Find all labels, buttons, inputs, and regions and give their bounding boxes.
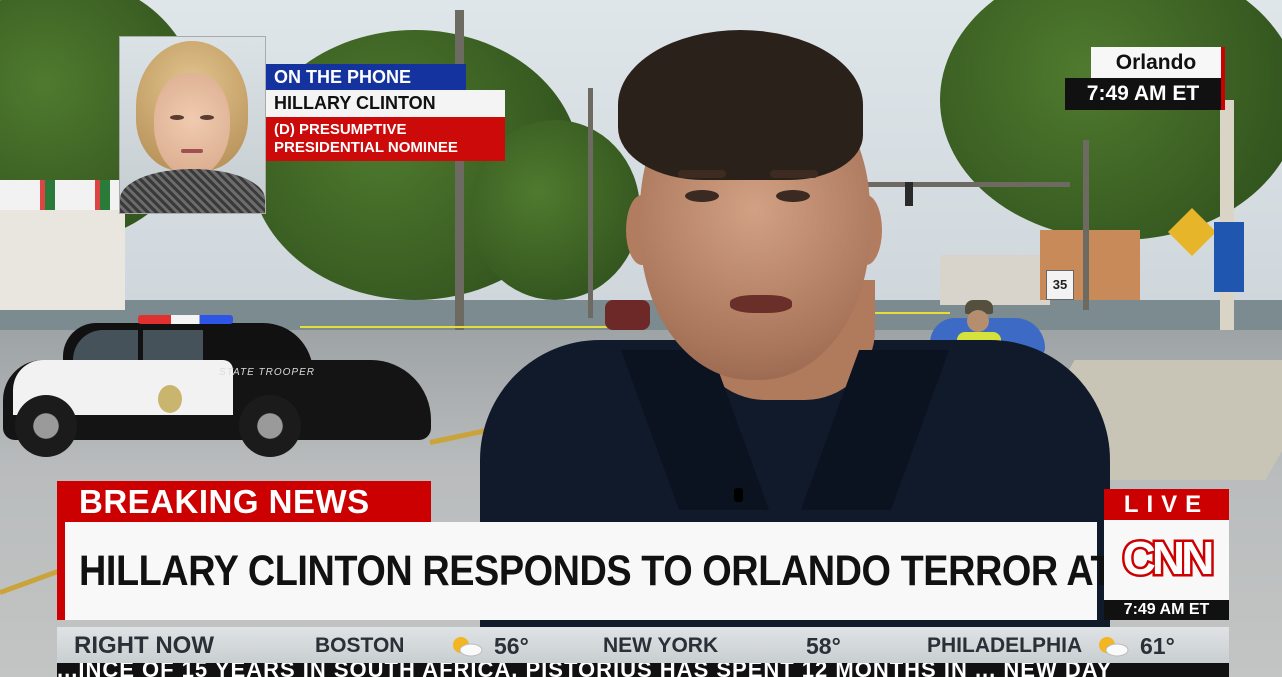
ticker-segment-label: RIGHT NOW — [74, 632, 214, 659]
caller-face — [154, 73, 230, 177]
weather-ticker: RIGHT NOW BOSTON 56° NEW YORK 58° PHILAD… — [57, 627, 1229, 663]
partly-cloudy-icon — [453, 637, 483, 657]
news-crawl: ...INCE OF 15 YEARS IN SOUTH AFRICA, PIS… — [57, 663, 1229, 677]
on-the-phone-label: ON THE PHONE — [266, 64, 466, 90]
utility-pole — [455, 10, 464, 350]
gas-station-canopy — [0, 180, 125, 210]
eye — [200, 115, 214, 120]
partly-cloudy-icon — [1099, 637, 1129, 657]
caller-title-line: PRESIDENTIAL NOMINEE — [274, 139, 458, 156]
ticker-temp: 58° — [806, 633, 841, 659]
cnn-logo-icon: CNN CNN — [1120, 530, 1218, 587]
caller-name: HILLARY CLINTON — [266, 90, 505, 117]
caller-title-line: (D) PRESUMPTIVE — [274, 121, 407, 138]
caller-title: (D) PRESUMPTIVE PRESIDENTIAL NOMINEE — [266, 117, 505, 161]
ticker-temp: 61° — [1140, 633, 1175, 659]
trooper-badge-icon — [158, 385, 182, 413]
eye — [685, 190, 719, 202]
police-lightbar — [138, 315, 233, 324]
reporter-hair — [618, 30, 863, 180]
live-badge: LIVE — [1104, 489, 1229, 520]
ticker-temp: 56° — [494, 633, 529, 659]
wheel — [15, 395, 77, 457]
local-time: 7:49 AM ET — [1065, 78, 1225, 110]
route-sign — [1214, 222, 1244, 292]
cnn-logo-text-inner: CNN — [1123, 532, 1212, 584]
wheel — [239, 395, 301, 457]
ticker-city: BOSTON — [315, 634, 405, 657]
car-text: STATE TROOPER — [219, 367, 315, 378]
headline-bar: HILLARY CLINTON RESPONDS TO ORLANDO TERR… — [57, 522, 1214, 620]
police-car: STATE TROOPER — [3, 315, 431, 460]
caller-photo — [119, 36, 266, 214]
cnn-logo: CNN CNN — [1104, 520, 1229, 600]
caller-coat — [120, 169, 265, 213]
lapel-mic-icon — [734, 488, 743, 502]
headline-text: HILLARY CLINTON RESPONDS TO ORLANDO TERR… — [79, 547, 1214, 595]
network-time: 7:49 AM ET — [1104, 600, 1229, 620]
crawl-text: ...INCE OF 15 YEARS IN SOUTH AFRICA, PIS… — [57, 663, 1113, 677]
mouth — [730, 295, 792, 313]
breaking-news-banner: BREAKING NEWS — [57, 481, 431, 522]
ticker-city: PHILADELPHIA — [927, 634, 1083, 657]
eyebrow — [678, 170, 726, 178]
eye — [776, 190, 810, 202]
location-label: Orlando — [1091, 47, 1225, 78]
eyebrow — [770, 170, 818, 178]
ticker-city: NEW YORK — [603, 634, 719, 657]
mouth — [181, 149, 203, 153]
eye — [170, 115, 184, 120]
